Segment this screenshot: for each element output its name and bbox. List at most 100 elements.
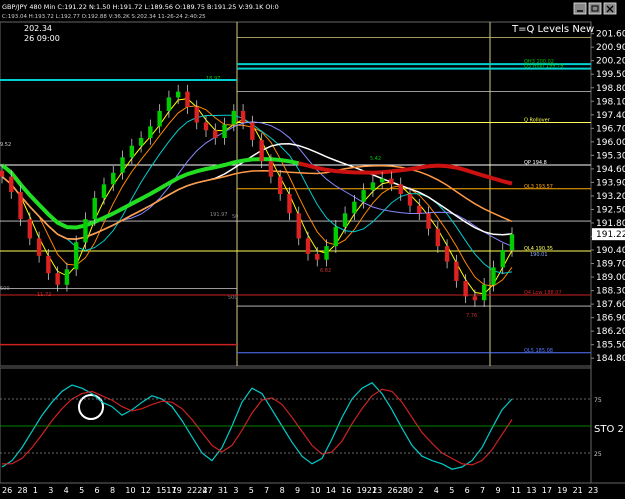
candle-body xyxy=(9,176,14,193)
candle-body xyxy=(73,242,79,270)
candle-body xyxy=(36,238,42,256)
time-tick-label: 14 xyxy=(326,486,336,495)
restore-button[interactable] xyxy=(588,2,602,15)
candle-body xyxy=(101,184,107,198)
candle-body xyxy=(305,238,311,254)
candle-body xyxy=(240,110,246,123)
level-label: QL5 185.08 xyxy=(524,348,553,354)
time-tick-label: 30 xyxy=(403,486,413,495)
price-annotation: 5.42 xyxy=(370,156,381,162)
time-tick-label: 6 xyxy=(465,486,470,495)
candle-body xyxy=(407,194,413,206)
candle-body xyxy=(370,182,376,191)
candle-body xyxy=(203,122,209,131)
candle-body xyxy=(157,110,162,127)
time-tick-label: 10 xyxy=(125,486,135,495)
candle-body xyxy=(213,130,218,138)
candle-body xyxy=(342,213,348,227)
candle-body xyxy=(64,269,70,285)
price-tick-label: 193.20 xyxy=(596,192,625,202)
candle-body xyxy=(398,184,403,194)
candle-body xyxy=(129,145,135,158)
level-label: Q Rollover xyxy=(524,118,551,124)
price-tick-label: 200.90 xyxy=(596,43,625,53)
close-button[interactable] xyxy=(603,2,617,15)
time-tick-label: 7 xyxy=(480,486,485,495)
price-annotation: 9.52 xyxy=(0,142,11,148)
candle-body xyxy=(194,107,199,123)
minimize-button[interactable] xyxy=(573,2,587,15)
price-tick-label: 186.90 xyxy=(596,314,625,324)
candle-body xyxy=(352,201,357,214)
candle-body xyxy=(259,139,264,162)
price-tick-label: 189.00 xyxy=(596,273,625,283)
candle-body xyxy=(426,213,431,229)
price-tick-label: 193.90 xyxy=(596,178,625,188)
candle-body xyxy=(175,91,181,98)
candle-body xyxy=(333,226,339,247)
candle-body xyxy=(83,219,88,243)
price-tick-label: 191.80 xyxy=(596,219,625,229)
price-tick-label: 194.60 xyxy=(596,165,625,175)
price-annotation: 18.97 xyxy=(206,76,220,82)
price-tick-label: 188.30 xyxy=(596,287,625,297)
candle-body xyxy=(287,194,292,214)
time-tick-label: 3 xyxy=(233,486,238,495)
candle-body xyxy=(417,205,422,214)
instrument-info: GBP/JPY 480 Min C:191.22 N:1.50 H:191.72… xyxy=(2,3,279,11)
time-tick-label: 23 xyxy=(372,486,382,495)
time-tick-label: 2 xyxy=(418,486,423,495)
price-tick-label: 197.40 xyxy=(596,111,625,121)
time-tick-label: 31 xyxy=(218,486,228,495)
candle-body xyxy=(444,246,450,262)
time-tick-label: 3 xyxy=(48,486,53,495)
candle-body xyxy=(231,110,237,125)
price-tick-label: 196.00 xyxy=(596,138,625,148)
price-tick-label: 201.60 xyxy=(596,30,625,40)
time-tick-label: 4 xyxy=(64,486,69,495)
price-tick-label: 198.80 xyxy=(596,84,625,94)
candle-body xyxy=(324,246,329,260)
time-tick-label: 26 xyxy=(2,486,12,495)
time-tick-label: 10 xyxy=(310,486,320,495)
time-tick-label: 19 xyxy=(557,486,567,495)
price-tick-label: 199.50 xyxy=(596,70,625,80)
time-tick-label: 23 xyxy=(588,486,598,495)
price-annotation: 7.76 xyxy=(466,313,477,319)
bar-info: C:193.04 H:193.72 L:192.77 O:192.88 V:36… xyxy=(2,14,206,20)
stochastic-level-label: 75 xyxy=(594,397,602,404)
price-axis: 201.60 200.90 200.20 199.50 198.80 198.10 197.… xyxy=(591,30,625,364)
candle-body xyxy=(92,197,97,220)
time-tick-label: 11 xyxy=(511,486,521,495)
level-label: QL3 193.57 xyxy=(524,184,553,190)
time-tick-label: 27 xyxy=(202,486,212,495)
candle-body xyxy=(111,172,116,185)
level-fragment-label: 191.97 xyxy=(210,212,228,218)
time-tick-label: 19 xyxy=(172,486,182,495)
candle-body xyxy=(315,253,320,260)
time-tick-label: 1 xyxy=(33,486,38,495)
price-tick-label: 184.80 xyxy=(596,354,625,364)
time-tick-label: 13 xyxy=(526,486,536,495)
candle-body xyxy=(472,296,478,301)
grid-marker: 50 xyxy=(232,214,238,220)
candle-body xyxy=(277,176,283,194)
time-tick-label: 12 xyxy=(141,486,151,495)
price-tick-label: 192.50 xyxy=(596,205,625,215)
price-tick-label: 189.70 xyxy=(596,260,625,270)
indicator-title: T=Q Levels New xyxy=(511,24,594,35)
candle-body xyxy=(361,190,366,202)
candle-body xyxy=(481,284,487,301)
time-tick-label: 8 xyxy=(280,486,285,495)
stochastic-level-label: 25 xyxy=(594,451,602,458)
candle-body xyxy=(120,157,125,173)
level-label: QP 194.8 xyxy=(524,160,547,166)
candle-body xyxy=(138,137,144,146)
price-tick-label: 195.30 xyxy=(596,151,625,161)
candle-body xyxy=(222,124,227,138)
candle-body xyxy=(27,219,33,239)
chart-window: GBP/JPY 480 Min C:191.22 N:1.50 H:191.72… xyxy=(0,0,625,495)
price-annotation: 6.82 xyxy=(320,268,331,274)
stochastic-label: STO 2 xyxy=(594,424,624,435)
candle-body xyxy=(454,261,459,281)
